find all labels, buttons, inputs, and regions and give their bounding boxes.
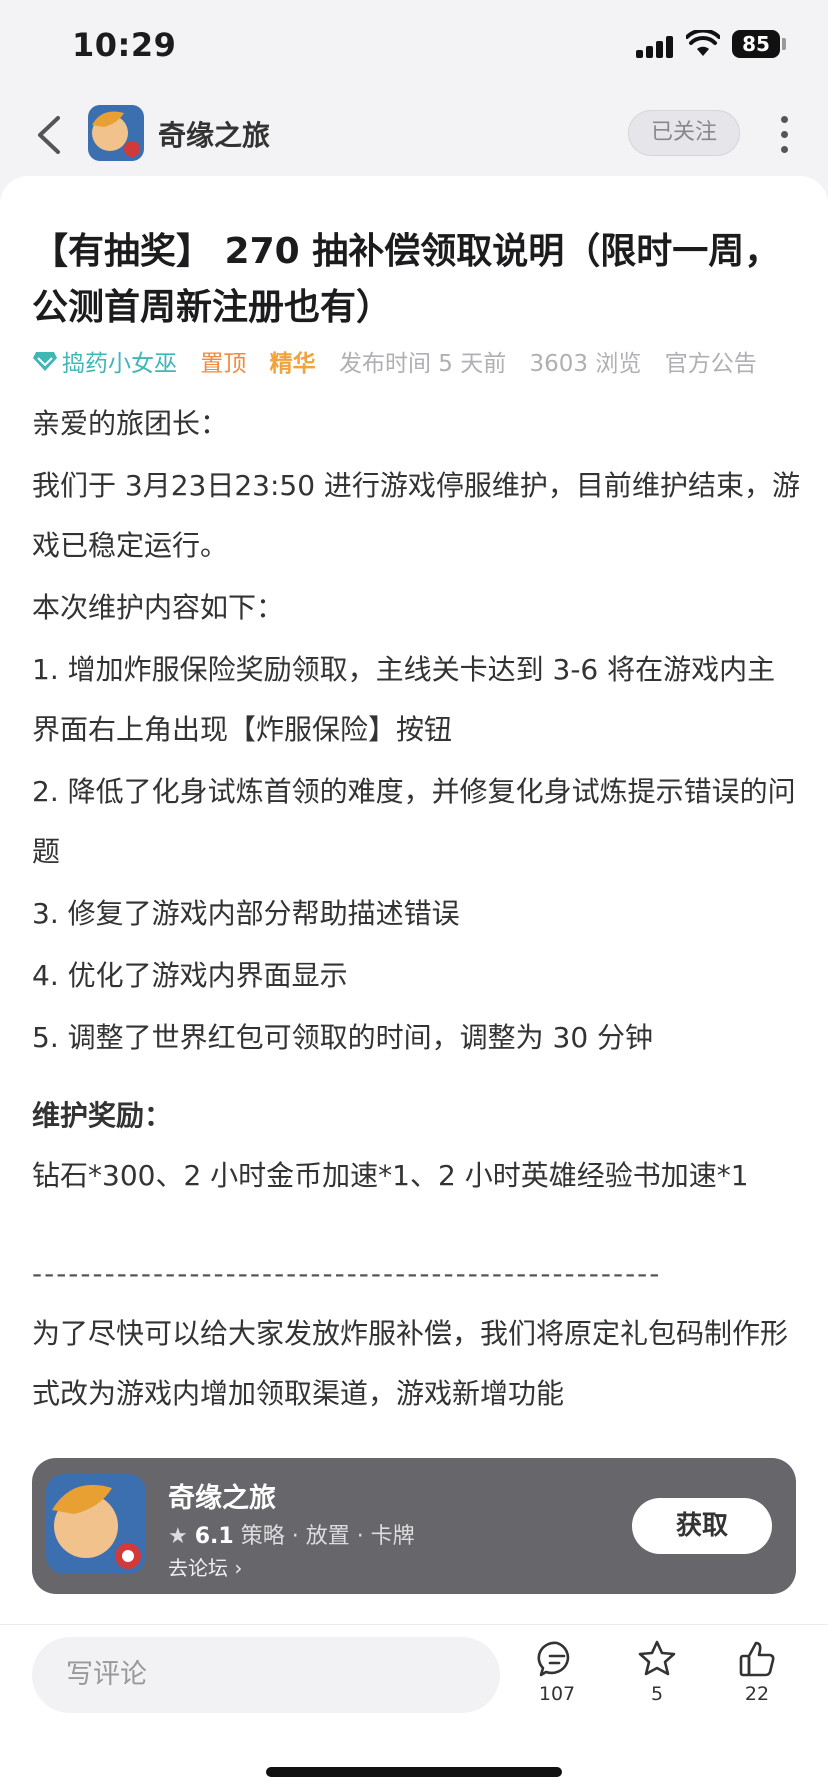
list-item: 1. 增加炸服保险奖励领取，主线关卡达到 3-6 将在游戏内主界面右上角出现【炸… (32, 653, 776, 746)
author-name: 捣药小女巫 (62, 351, 177, 377)
paragraph: 本次维护内容如下： (32, 591, 285, 624)
comment-button[interactable]: 107 (527, 1639, 587, 1705)
diamond-icon (33, 352, 57, 371)
list-item: 2. 降低了化身试炼首领的难度，并修复化身试炼提示错误的问题 (32, 775, 796, 868)
cellular-signal-icon (636, 34, 676, 58)
back-arrow-icon[interactable] (30, 112, 70, 158)
paragraph: 为了尽快可以给大家发放炸服补偿，我们将原定礼包码制作形式改为游戏内增加领取渠道，… (32, 1317, 789, 1410)
view-count: 3603 浏览 (529, 351, 642, 377)
battery-cap (782, 38, 786, 50)
post-category[interactable]: 官方公告 (665, 344, 757, 378)
forum-link-label: 去论坛 (168, 1556, 228, 1580)
wifi-icon (686, 30, 720, 56)
comment-input[interactable]: 写评论 (32, 1637, 500, 1713)
battery-icon: 85 (732, 30, 780, 58)
author-link[interactable]: 捣药小女巫 (32, 344, 177, 378)
app-icon (46, 1474, 146, 1574)
star-icon (638, 1640, 676, 1676)
featured-tag: 精华 (269, 351, 316, 377)
pinned-tag: 置顶 (200, 351, 247, 377)
rating: 6.1 (194, 1524, 234, 1549)
paragraph: 亲爱的旅团长： (32, 407, 229, 440)
like-button[interactable]: 22 (727, 1639, 787, 1705)
list-item: 5. 调整了世界红包可领取的时间，调整为 30 分钟 (32, 1021, 654, 1054)
bottom-action-bar: 写评论 107 5 22 (0, 1624, 828, 1792)
promo-info: ★ 6.1 策略 · 放置 · 卡牌 (168, 1518, 415, 1550)
home-indicator (266, 1767, 562, 1777)
app-icon[interactable] (88, 105, 144, 161)
post-meta: 捣药小女巫 置顶 精华 发布时间 5 天前 3603 浏览 官方公告 (32, 344, 812, 380)
status-time: 10:29 (72, 26, 177, 64)
reward-heading: 维护奖励： (32, 1099, 173, 1132)
favorite-count: 5 (650, 1683, 664, 1705)
promo-app-name: 奇缘之旅 (168, 1483, 276, 1514)
more-options-icon[interactable] (776, 112, 792, 158)
divider: ----------------------------------------… (32, 1257, 662, 1290)
thumbs-up-icon (739, 1641, 775, 1677)
like-count: 22 (744, 1683, 770, 1705)
follow-button[interactable]: 已关注 (628, 110, 740, 156)
status-bar: 10:29 85 (0, 0, 828, 90)
post-title: 【有抽奖】 270 抽补偿领取说明（限时一周，公测首周新注册也有） (32, 231, 781, 328)
comment-count: 107 (538, 1683, 576, 1705)
list-item: 3. 修复了游戏内部分帮助描述错误 (32, 897, 460, 930)
forum-link[interactable]: 去论坛 › (168, 1552, 242, 1581)
post-card: 【有抽奖】 270 抽补偿领取说明（限时一周，公测首周新注册也有） 捣药小女巫 … (0, 176, 828, 1626)
get-button[interactable]: 获取 (632, 1498, 772, 1554)
favorite-button[interactable]: 5 (627, 1639, 687, 1705)
publish-time: 发布时间 5 天前 (338, 351, 507, 377)
list-item: 4. 优化了游戏内界面显示 (32, 959, 348, 992)
star-icon: ★ (168, 1524, 188, 1549)
chevron-right-icon: › (234, 1556, 243, 1580)
comment-icon (537, 1641, 570, 1677)
app-name[interactable]: 奇缘之旅 (158, 114, 270, 154)
reward-text: 钻石*300、2 小时金币加速*1、2 小时英雄经验书加速*1 (32, 1159, 749, 1192)
app-tags: 策略 · 放置 · 卡牌 (240, 1524, 415, 1549)
nav-bar: 奇缘之旅 已关注 (0, 90, 828, 180)
post-body: 亲爱的旅团长： 我们于 3月23日23:50 进行游戏停服维护，目前维护结束，游… (32, 394, 802, 1426)
app-promo-banner[interactable]: 奇缘之旅 ★ 6.1 策略 · 放置 · 卡牌 去论坛 › 获取 (32, 1458, 796, 1594)
paragraph: 我们于 3月23日23:50 进行游戏停服维护，目前维护结束，游戏已稳定运行。 (32, 469, 800, 562)
